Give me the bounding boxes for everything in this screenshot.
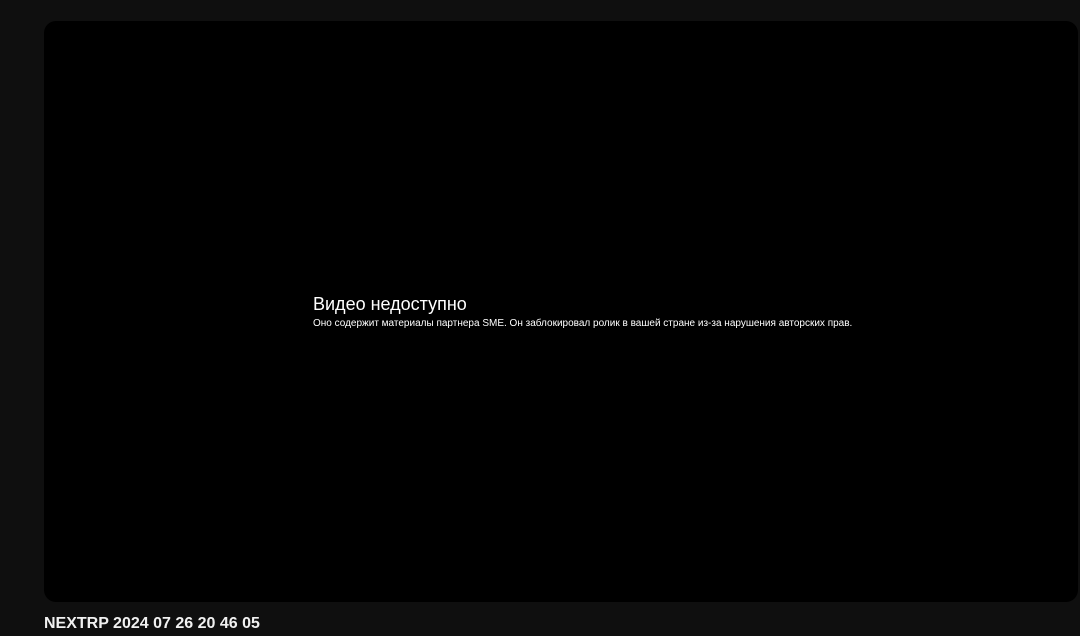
error-message: Оно содержит материалы партнера SME. Он … xyxy=(313,318,853,329)
playback-error: Видео недоступно Оно содержит материалы … xyxy=(313,293,1053,331)
video-title: NEXTRP 2024 07 26 20 46 05 xyxy=(44,615,260,632)
video-player[interactable]: Видео недоступно Оно содержит материалы … xyxy=(44,21,1078,602)
watch-page: Видео недоступно Оно содержит материалы … xyxy=(0,0,1080,636)
error-title: Видео недоступно xyxy=(313,294,467,314)
